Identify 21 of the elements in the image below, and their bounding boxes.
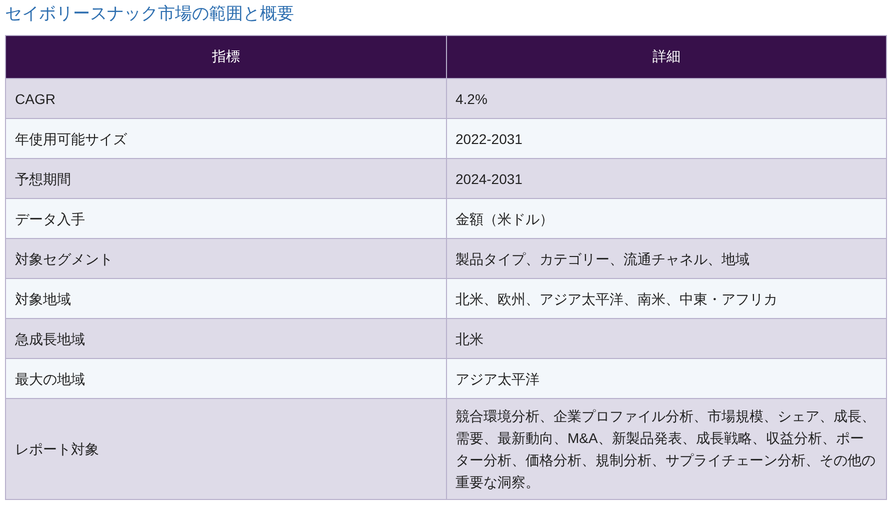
table-cell: 2024-2031 <box>446 158 886 198</box>
table-cell: 対象地域 <box>6 278 446 318</box>
table-cell: 競合環境分析、企業プロファイル分析、市場規模、シェア、成長、需要、最新動向、M&A、新製品発表、成長戦略、収益分析、ポーター分析、価格分析、規制分析、サプライチェーン分析、その他の重要な洞察。 <box>446 398 886 500</box>
table-cell: 4.2% <box>446 78 886 118</box>
table-cell: 最大の地域 <box>6 358 446 398</box>
table-cell: 年使用可能サイズ <box>6 118 446 158</box>
page-title: セイボリースナック市場の範囲と概要 <box>5 3 295 25</box>
table-cell: 製品タイプ、カテゴリー、流通チャネル、地域 <box>446 238 886 278</box>
table-cell: 予想期間 <box>6 158 446 198</box>
table-cell: CAGR <box>6 78 446 118</box>
table-cell: 対象セグメント <box>6 238 446 278</box>
column-header: 指標 <box>6 36 446 78</box>
table-cell: 2022-2031 <box>446 118 886 158</box>
table-cell: 北米、欧州、アジア太平洋、南米、中東・アフリカ <box>446 278 886 318</box>
table-cell: アジア太平洋 <box>446 358 886 398</box>
table-cell: 急成長地域 <box>6 318 446 358</box>
column-header: 詳細 <box>446 36 886 78</box>
table-cell: 北米 <box>446 318 886 358</box>
table-cell: データ入手 <box>6 198 446 238</box>
table-cell: 金額（米ドル） <box>446 198 886 238</box>
table-cell: レポート対象 <box>6 398 446 500</box>
